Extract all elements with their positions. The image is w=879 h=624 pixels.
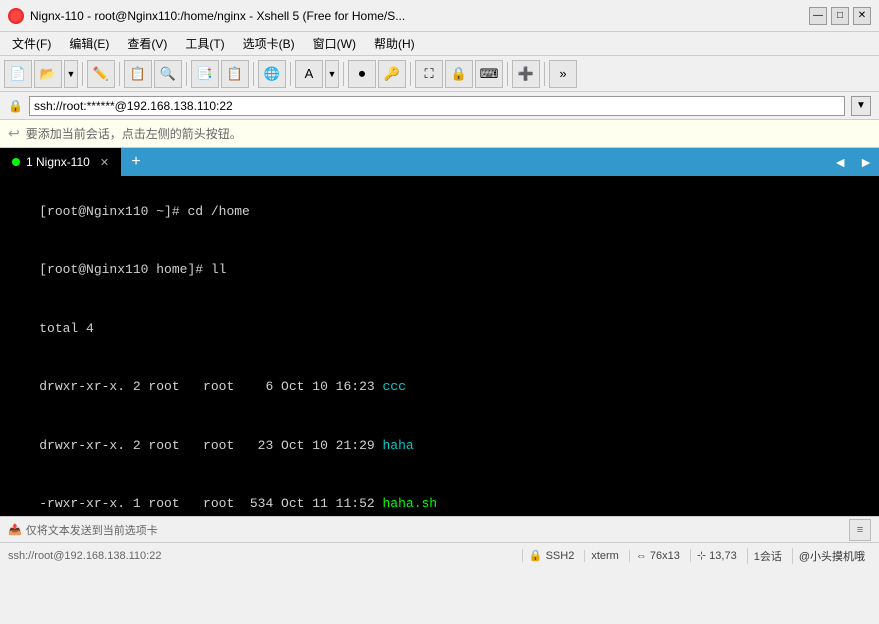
- menu-tools[interactable]: 工具(T): [177, 33, 232, 54]
- fullscreen-button[interactable]: ⛶: [415, 60, 443, 88]
- connection-status: ssh://root@192.168.138.110:22: [8, 550, 161, 562]
- tab-status-dot: [12, 158, 20, 166]
- lock-small-icon: 🔒: [529, 550, 543, 562]
- pos-status: ⊹ 13,73: [690, 549, 743, 562]
- font-button[interactable]: A: [295, 60, 323, 88]
- send-text: 仅将文本发送到当前选项卡: [26, 522, 158, 538]
- copy-button[interactable]: 📑: [191, 60, 219, 88]
- menu-file[interactable]: 文件(F): [4, 33, 59, 54]
- sessions-status: 1会话: [747, 548, 788, 564]
- send-bar: 📤 仅将文本发送到当前选项卡 ≡: [0, 516, 879, 542]
- menu-view[interactable]: 查看(V): [119, 33, 175, 54]
- lock-button[interactable]: 🔒: [445, 60, 473, 88]
- separator-7: [410, 62, 411, 86]
- menu-tab[interactable]: 选项卡(B): [235, 33, 303, 54]
- search-button[interactable]: 🔍: [154, 60, 182, 88]
- address-dropdown[interactable]: ▼: [851, 96, 871, 116]
- close-button[interactable]: ✕: [853, 7, 871, 25]
- menu-help[interactable]: 帮助(H): [366, 33, 423, 54]
- font-dropdown[interactable]: ▼: [325, 60, 339, 88]
- terminal-line-4: drwxr-xr-x. 2 root root 6 Oct 10 16:23 c…: [8, 358, 871, 417]
- status-bar: ssh://root@192.168.138.110:22 🔒 SSH2 xte…: [0, 542, 879, 568]
- new-session-button[interactable]: 📄: [4, 60, 32, 88]
- compose-button[interactable]: 📋: [124, 60, 152, 88]
- open-button[interactable]: 📂: [34, 60, 62, 88]
- key-button[interactable]: 🔑: [378, 60, 406, 88]
- tab-label: 1 Nignx-110: [26, 155, 90, 169]
- menu-bar: 文件(F) 编辑(E) 查看(V) 工具(T) 选项卡(B) 窗口(W) 帮助(…: [0, 32, 879, 56]
- tab-nignx-110[interactable]: 1 Nignx-110 ✕: [0, 148, 122, 176]
- menu-edit[interactable]: 编辑(E): [61, 33, 117, 54]
- plus-button[interactable]: ➕: [512, 60, 540, 88]
- separator-4: [253, 62, 254, 86]
- terminal-line-2: [root@Nginx110 home]# ll: [8, 241, 871, 300]
- maximize-button[interactable]: □: [831, 7, 849, 25]
- tab-bar: 1 Nignx-110 ✕ + ◄ ►: [0, 148, 879, 176]
- address-input[interactable]: [29, 96, 845, 116]
- terminal-line-3: total 4: [8, 299, 871, 358]
- info-text: 要添加当前会话，点击左侧的箭头按钮。: [26, 125, 242, 142]
- menu-window[interactable]: 窗口(W): [305, 33, 364, 54]
- separator-9: [544, 62, 545, 86]
- open-dropdown[interactable]: ▼: [64, 60, 78, 88]
- terminal[interactable]: [root@Nginx110 ~]# cd /home [root@Nginx1…: [0, 176, 879, 516]
- separator-6: [343, 62, 344, 86]
- watermark-text: @小头摸机哦: [792, 548, 871, 564]
- terminal-line-5: drwxr-xr-x. 2 root root 23 Oct 10 21:29 …: [8, 416, 871, 475]
- paste-button[interactable]: 📋: [221, 60, 249, 88]
- separator-1: [82, 62, 83, 86]
- separator-8: [507, 62, 508, 86]
- send-options-button[interactable]: ≡: [849, 519, 871, 541]
- resize-icon: ⇔: [636, 550, 647, 562]
- app-icon: [8, 8, 24, 24]
- term-status: xterm: [584, 550, 625, 562]
- terminal-line-1: [root@Nginx110 ~]# cd /home: [8, 182, 871, 241]
- separator-3: [186, 62, 187, 86]
- arrow-icon: ↩: [8, 125, 20, 142]
- window-title: Nignx-110 - root@Nginx110:/home/nginx - …: [30, 9, 803, 23]
- send-icon: 📤: [8, 523, 22, 536]
- tab-spacer: [150, 148, 827, 176]
- terminal-line-6: -rwxr-xr-x. 1 root root 534 Oct 11 11:52…: [8, 475, 871, 517]
- more-button[interactable]: »: [549, 60, 577, 88]
- separator-2: [119, 62, 120, 86]
- title-bar: Nignx-110 - root@Nginx110:/home/nginx - …: [0, 0, 879, 32]
- edit-button[interactable]: ✏️: [87, 60, 115, 88]
- new-tab-button[interactable]: +: [122, 148, 150, 176]
- toolbar: 📄 📂 ▼ ✏️ 📋 🔍 📑 📋 🌐 A ▼ ⏺ 🔑 ⛶ 🔒 ⌨ ➕ »: [0, 56, 879, 92]
- lock-icon: 🔒: [8, 99, 23, 113]
- protocol-status: 🔒 SSH2: [522, 549, 581, 562]
- keyboard-button[interactable]: ⌨: [475, 60, 503, 88]
- tab-nav-left[interactable]: ◄: [827, 148, 853, 176]
- globe-button[interactable]: 🌐: [258, 60, 286, 88]
- minimize-button[interactable]: —: [809, 7, 827, 25]
- tab-nav-right[interactable]: ►: [853, 148, 879, 176]
- pos-icon: ⊹: [697, 550, 706, 562]
- tab-close-button[interactable]: ✕: [100, 156, 109, 169]
- size-status: ⇔ 76x13: [629, 550, 686, 562]
- window-controls: — □ ✕: [809, 7, 871, 25]
- info-bar: ↩ 要添加当前会话，点击左侧的箭头按钮。: [0, 120, 879, 148]
- record-button[interactable]: ⏺: [348, 60, 376, 88]
- separator-5: [290, 62, 291, 86]
- address-bar: 🔒 ▼: [0, 92, 879, 120]
